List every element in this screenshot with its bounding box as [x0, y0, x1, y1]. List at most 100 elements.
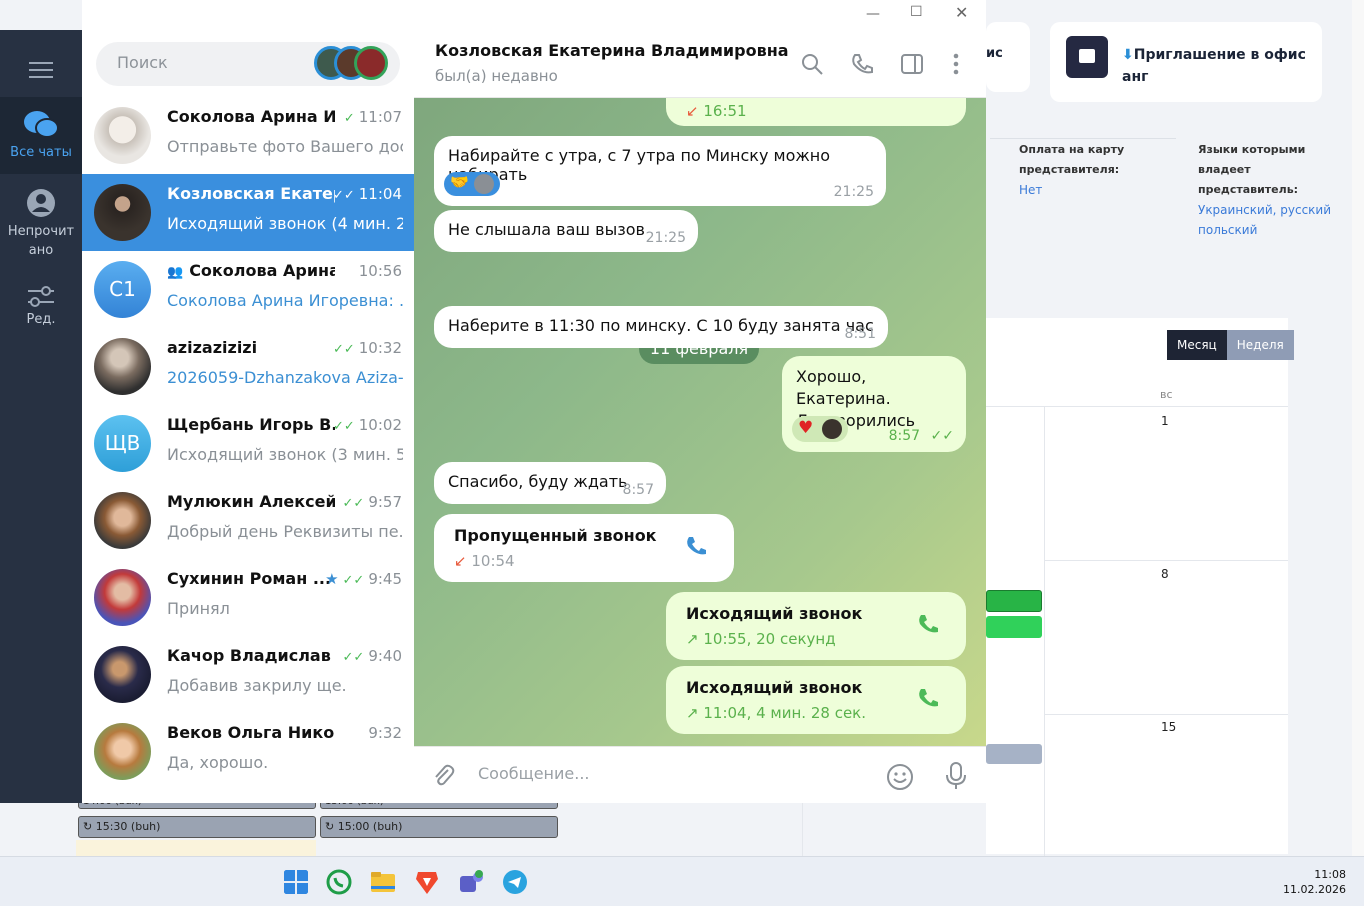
week-view-button[interactable]: Неделя [1226, 330, 1294, 360]
file-explorer-icon[interactable] [370, 869, 396, 895]
read-status-icon: ✓✓ [342, 573, 365, 588]
message-incoming[interactable]: Не слышала ваш вызов 21:25 [434, 210, 698, 252]
folder-rail: Все чаты Непрочитано Ред. [0, 30, 82, 803]
folder-all-chats[interactable]: Все чаты [0, 97, 82, 174]
invite-link-card[interactable]: ⬇Приглашение в офис анг [1050, 22, 1322, 102]
read-status-icon: ✓ [343, 111, 355, 126]
search-input[interactable]: Поиск [96, 42, 400, 86]
stories-avatars[interactable] [314, 46, 394, 82]
minimize-icon[interactable]: — [866, 6, 880, 22]
folder-unread[interactable]: Непрочитано [0, 184, 82, 264]
calendar-cell-highlight [76, 840, 316, 856]
reaction[interactable]: 🤝 [444, 172, 500, 196]
phone-icon[interactable] [850, 52, 874, 76]
avatar: ЩВ [94, 415, 151, 472]
message-incoming[interactable]: Спасибо, буду ждать 8:57 [434, 462, 666, 504]
view-switcher: Месяц Неделя [1167, 330, 1294, 360]
sidebar-toggle-icon[interactable] [900, 52, 924, 76]
link-card-partial[interactable]: ис [986, 22, 1030, 92]
call-message-outgoing[interactable]: Исходящий звонок ↗ 11:04, 4 мин. 28 сек. [666, 666, 966, 734]
chat-item[interactable]: Качор Владислав О... ✓✓9:40 Добавив закр… [82, 636, 414, 713]
message-incoming[interactable]: Наберите в 11:30 по минску. С 10 буду за… [434, 306, 888, 348]
invite-link-text: ⬇Приглашение в офис анг [1122, 47, 1306, 85]
read-status-icon: ✓✓ [332, 188, 355, 203]
call-message-missed[interactable]: Пропущенный звонок ↙ 10:54 [434, 514, 734, 582]
day-number: 15 [1161, 720, 1177, 734]
maximize-icon[interactable]: ☐ [910, 4, 923, 20]
close-icon[interactable]: ✕ [955, 3, 968, 22]
chat-item[interactable]: Веков Ольга Николаев... 9:32 Да, хорошо. [82, 713, 414, 790]
divider [1044, 803, 1045, 856]
phone-icon[interactable] [916, 686, 942, 712]
group-icon: 👥 [167, 265, 184, 280]
chat-item[interactable]: С1 👥Соколова Арина И... 10:56 Соколова А… [82, 251, 414, 328]
chat-item[interactable]: ЩВ Щербань Игорь В... ✓✓ 10:02 Исходящий … [82, 405, 414, 482]
chat-item-selected[interactable]: Козловская Екатер... ✓✓11:04 Исходящий з… [82, 174, 414, 251]
brave-icon[interactable] [414, 869, 440, 895]
reaction[interactable]: ♥ [792, 416, 848, 442]
month-view-button[interactable]: Месяц [1167, 330, 1227, 360]
user-icon [27, 189, 55, 217]
phone-icon[interactable] [684, 534, 710, 560]
chat-item[interactable]: Сухинин Роман ... ★ ✓✓ 9:45 Принял [82, 559, 414, 636]
whatsapp-icon[interactable] [326, 869, 352, 895]
payment-info: Оплата на карту представителя: Нет [1019, 143, 1125, 197]
read-status-icon: ✓✓ [930, 428, 954, 444]
message-outgoing[interactable]: Хорошо, Екатерина. Договорились ♥ 8:57 ✓… [782, 356, 966, 452]
search-icon[interactable] [800, 52, 824, 76]
folder-icon [1066, 36, 1108, 78]
chats-icon [24, 111, 59, 138]
page-scrollbar[interactable] [1352, 0, 1364, 856]
message-incoming[interactable]: Набирайте с утра, с 7 утра по Минску мож… [434, 136, 886, 206]
system-clock[interactable]: 11:08 11.02.2026 [1283, 867, 1346, 897]
telegram-icon[interactable] [502, 869, 528, 895]
calendar-event[interactable] [986, 744, 1042, 764]
microphone-icon[interactable] [944, 761, 968, 791]
divider [990, 138, 1176, 139]
window-titlebar: — ☐ ✕ [414, 0, 986, 30]
download-icon: ⬇ [1122, 47, 1134, 63]
start-icon[interactable] [283, 869, 309, 895]
calendar-event[interactable] [986, 616, 1042, 638]
attach-icon[interactable] [430, 763, 456, 789]
read-status-icon: ✓✓ [342, 650, 365, 665]
avatar: С1 [94, 261, 151, 318]
calendar-event[interactable] [986, 590, 1042, 612]
folder-edit[interactable]: Ред. [0, 284, 82, 344]
call-arrow-icon: ↗ [686, 630, 699, 648]
calendar-event[interactable]: ↻ 15:00 (buh) [320, 816, 558, 838]
read-status-icon: ✓✓ [332, 419, 355, 434]
emoji-icon[interactable] [886, 763, 914, 791]
telegram-window: — ☐ ✕ Все чаты Непрочитано Ред. Поиск Со… [0, 0, 986, 803]
call-message-outgoing[interactable]: Исходящий звонок ↗ 10:55, 20 секунд [666, 592, 966, 660]
sliders-icon [28, 286, 54, 307]
chat-item[interactable]: azizazizizi ✓✓ 10:32 2026059-Dzhanzakova … [82, 328, 414, 405]
message-composer[interactable]: Сообщение... [414, 746, 986, 803]
day-number: 1 [1161, 414, 1169, 428]
avatar [94, 646, 151, 703]
chat-item[interactable]: Соколова Арина И... ✓11:07 Отправьте фот… [82, 97, 414, 174]
menu-icon[interactable] [0, 48, 82, 92]
call-arrow-icon: ↙ [454, 552, 467, 570]
more-icon[interactable] [944, 52, 968, 76]
calendar: вс 1 8 15 [986, 318, 1288, 854]
phone-icon[interactable] [916, 612, 942, 638]
teams-icon[interactable] [458, 869, 484, 895]
calendar-event[interactable]: ↻ 15:30 (buh) [78, 816, 316, 838]
chat-item[interactable]: Мулюкин Алексей ... ✓✓9:57 Добрый день Р… [82, 482, 414, 559]
call-arrow-icon: ↗ [686, 704, 699, 722]
avatar [94, 338, 151, 395]
calendar-cell[interactable] [1044, 714, 1288, 854]
chat-pane: Козловская Екатерина Владимировна был(а)… [414, 30, 986, 803]
calendar-cell[interactable] [1044, 560, 1288, 714]
avatar [474, 174, 494, 194]
day-number: 8 [1161, 567, 1169, 581]
chat-header[interactable]: Козловская Екатерина Владимировна был(а)… [414, 30, 986, 98]
avatar [94, 184, 151, 241]
languages-info: Языки которыми владеет представитель: Ук… [1198, 143, 1332, 237]
chat-wallpaper: ↙ 16:51 Набирайте с утра, с 7 утра по Ми… [414, 78, 986, 746]
calendar-cell[interactable] [1044, 406, 1288, 560]
message-input[interactable]: Сообщение... [478, 764, 590, 783]
chat-list: Поиск Соколова Арина И... ✓11:07 Отправь… [82, 0, 414, 803]
avatar [94, 107, 151, 164]
